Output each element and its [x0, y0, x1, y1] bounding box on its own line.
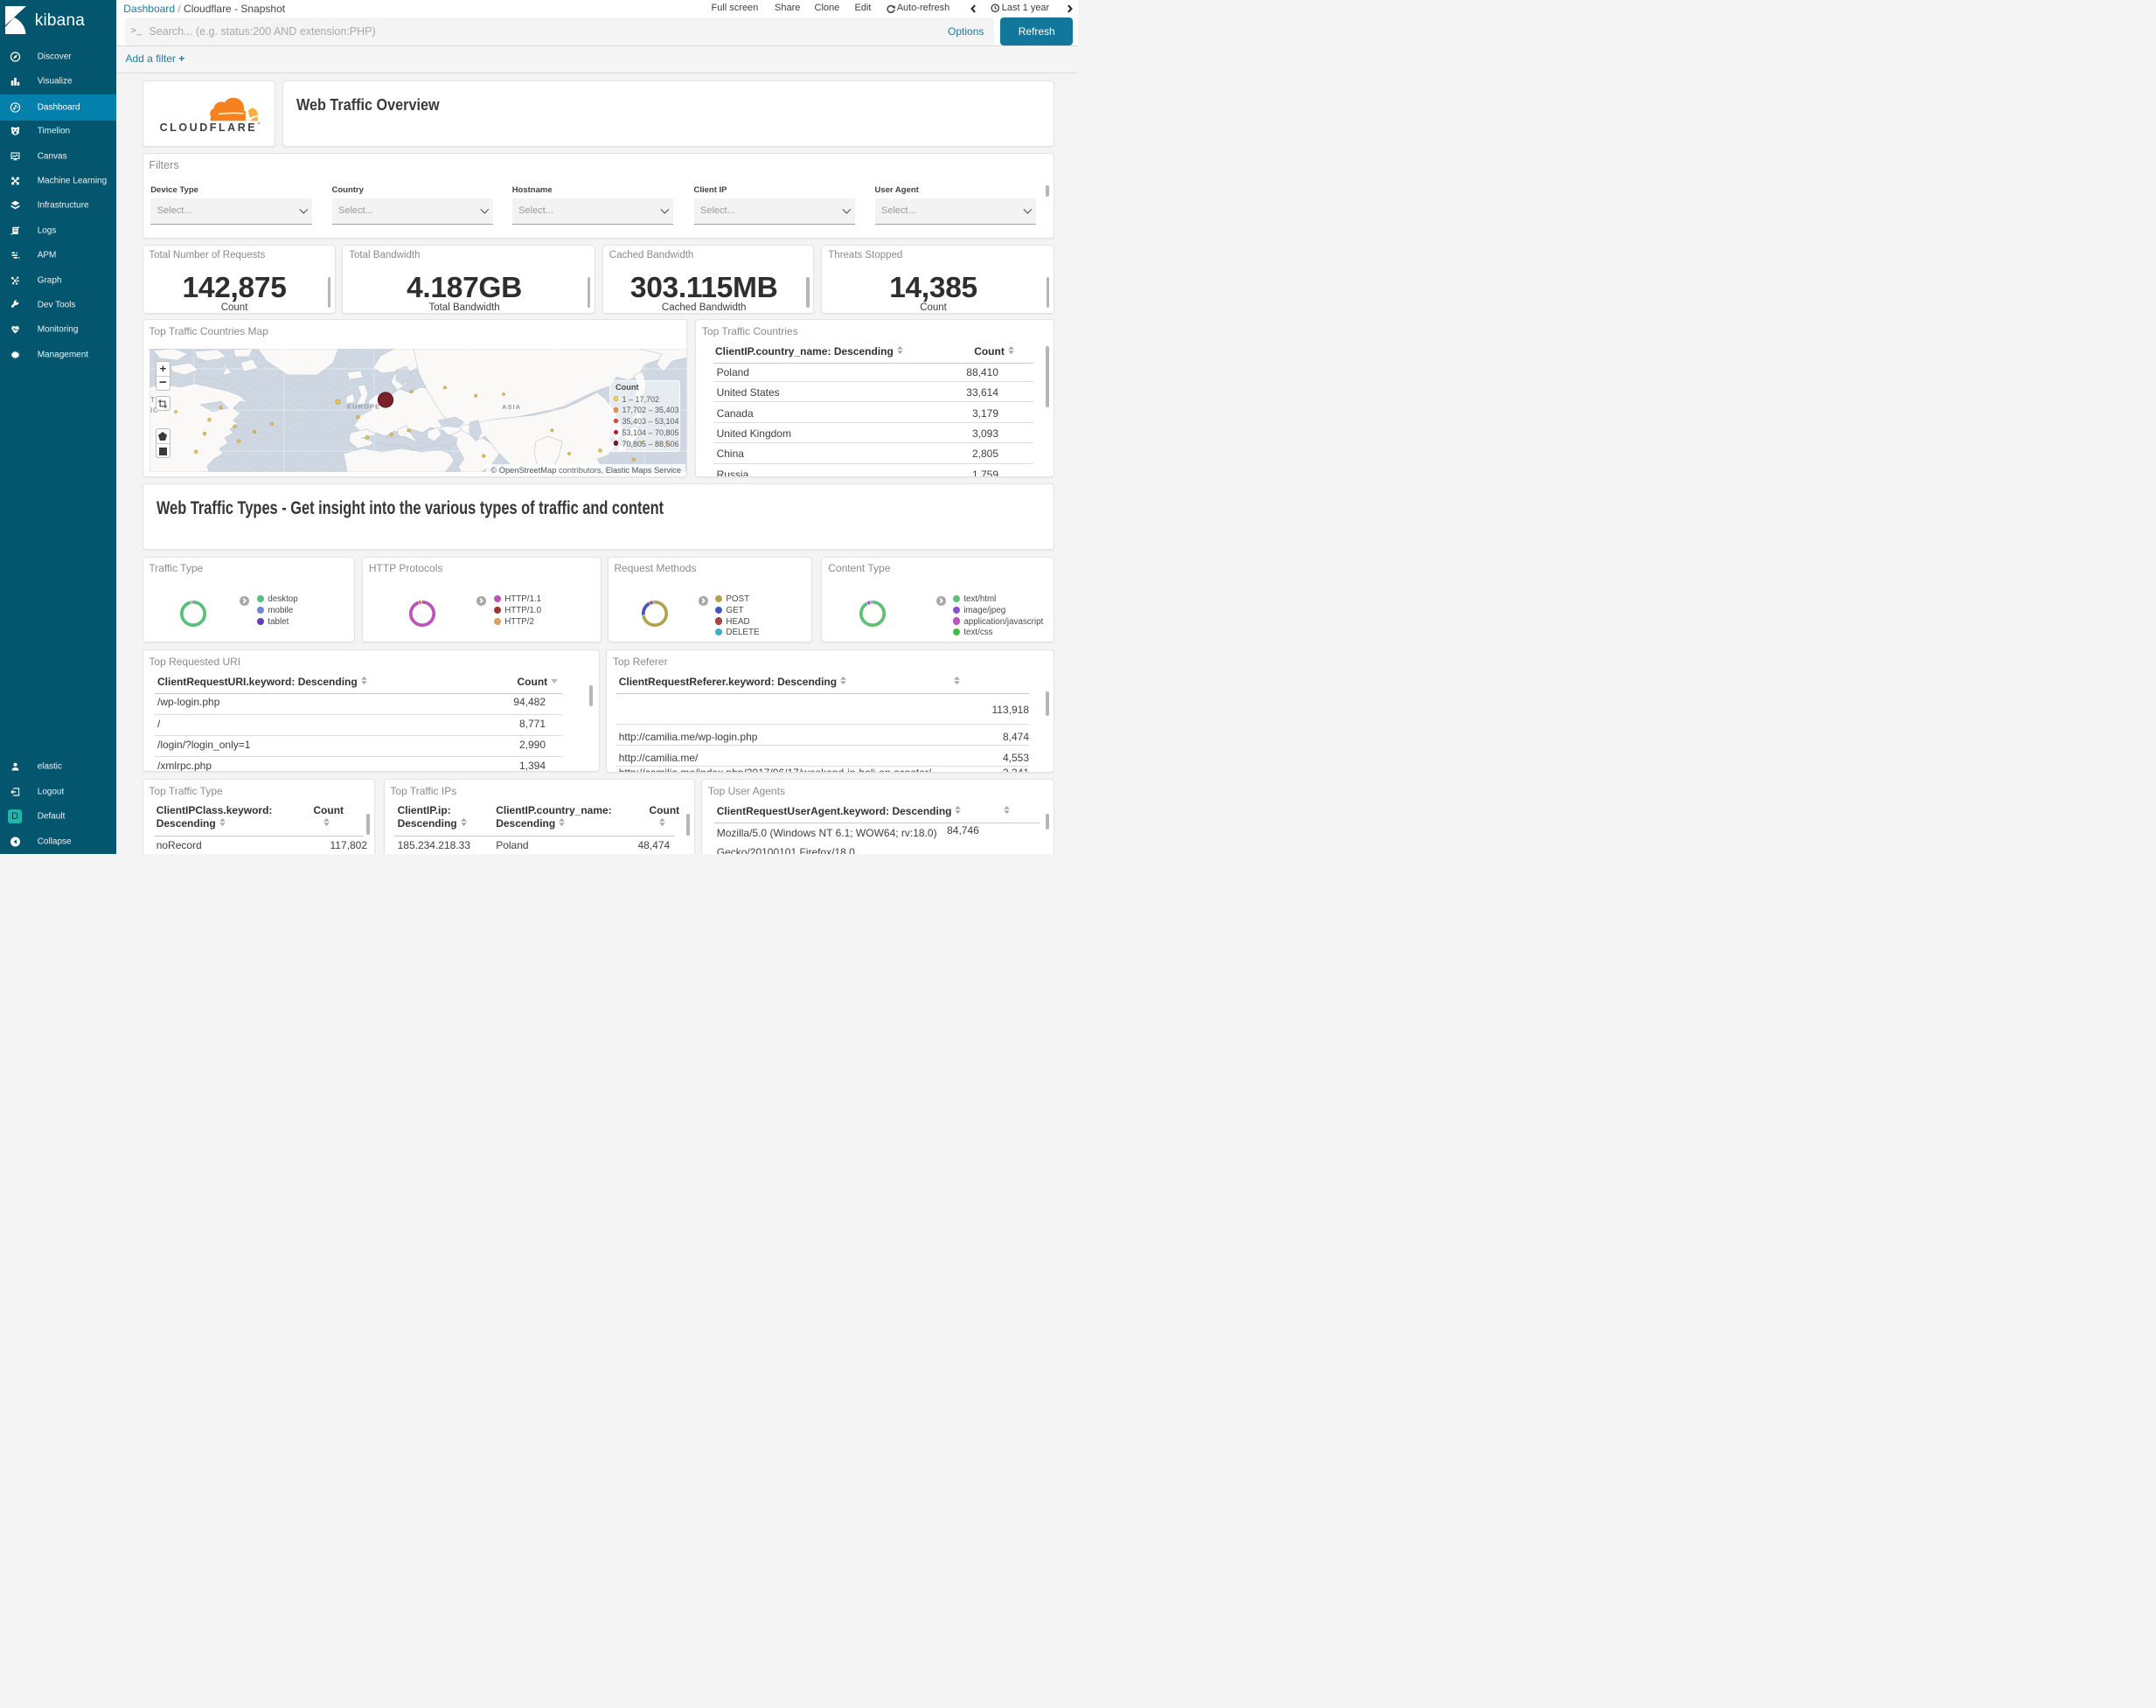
svg-text:CLOUDFLARE: CLOUDFLARE — [159, 122, 257, 134]
svg-text:EUROPE: EUROPE — [347, 403, 380, 411]
svg-text:ASIA: ASIA — [502, 403, 521, 411]
